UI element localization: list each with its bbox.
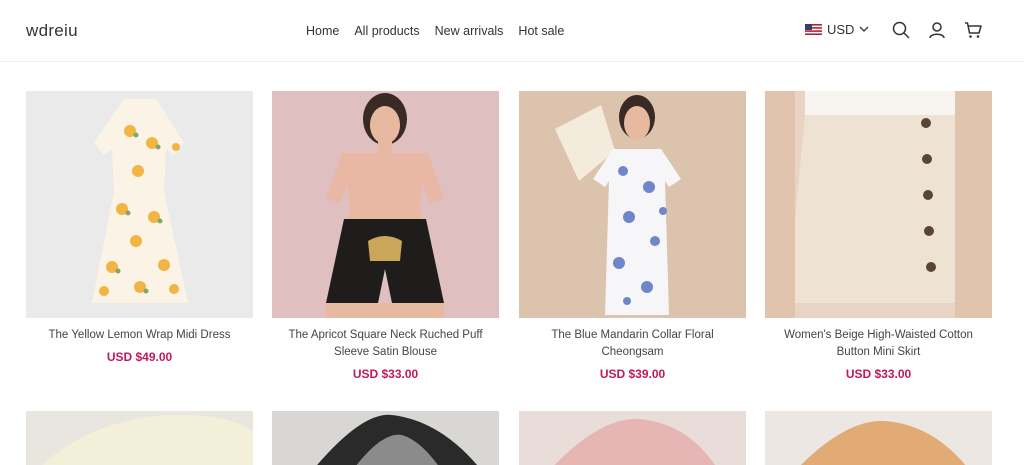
product-image[interactable] (765, 411, 992, 465)
store-logo[interactable]: wdreiu (26, 21, 78, 41)
product-title[interactable]: Women's Beige High-Waisted Cotton Button… (765, 327, 992, 361)
chevron-down-icon (859, 26, 869, 32)
product-title[interactable]: The Yellow Lemon Wrap Midi Dress (26, 327, 253, 344)
site-header: wdreiu Home All products New arrivals Ho… (0, 0, 1024, 62)
product-image[interactable] (765, 91, 992, 318)
product-image[interactable] (519, 411, 746, 465)
product-card[interactable]: The Apricot Square Neck Ruched Puff Slee… (272, 91, 499, 381)
pink-tulle-illustration (554, 418, 715, 465)
product-title[interactable]: The Apricot Square Neck Ruched Puff Slee… (272, 327, 499, 361)
product-title[interactable]: The Blue Mandarin Collar Floral Cheongsa… (519, 327, 746, 361)
product-price: USD $39.00 (599, 367, 666, 381)
dress-illustration (92, 99, 188, 303)
cart-icon[interactable] (963, 20, 983, 40)
skirt-illustration (765, 91, 992, 318)
currency-selector[interactable]: USD (805, 22, 869, 37)
us-flag-icon (805, 24, 822, 35)
product-price: USD $33.00 (352, 367, 419, 381)
product-card[interactable]: The Blue Mandarin Collar Floral Cheongsa… (519, 91, 746, 381)
product-price: USD $33.00 (845, 367, 912, 381)
product-image[interactable] (272, 411, 499, 465)
orange-tulle-illustration (800, 420, 966, 465)
user-icon[interactable] (927, 20, 947, 40)
nav-home[interactable]: Home (306, 24, 339, 38)
nav-all-products[interactable]: All products (354, 24, 419, 38)
main-nav: Home All products New arrivals Hot sale (306, 24, 564, 38)
search-icon[interactable] (891, 20, 911, 40)
nav-new-arrivals[interactable]: New arrivals (435, 24, 504, 38)
product-image[interactable] (26, 411, 253, 465)
product-card[interactable]: Women's Beige High-Waisted Cotton Button… (765, 91, 992, 381)
nav-hot-sale[interactable]: Hot sale (518, 24, 564, 38)
product-image[interactable] (26, 91, 253, 318)
product-image[interactable] (519, 91, 746, 318)
cheongsam-illustration (555, 95, 681, 315)
currency-label: USD (827, 22, 855, 37)
gown-illustration (42, 414, 253, 465)
blouse-illustration (326, 93, 444, 318)
product-image[interactable] (272, 91, 499, 318)
ink-skirt-illustration (317, 414, 477, 465)
product-card[interactable]: The Yellow Lemon Wrap Midi Dress USD $49… (26, 91, 253, 364)
product-price: USD $49.00 (106, 350, 173, 364)
